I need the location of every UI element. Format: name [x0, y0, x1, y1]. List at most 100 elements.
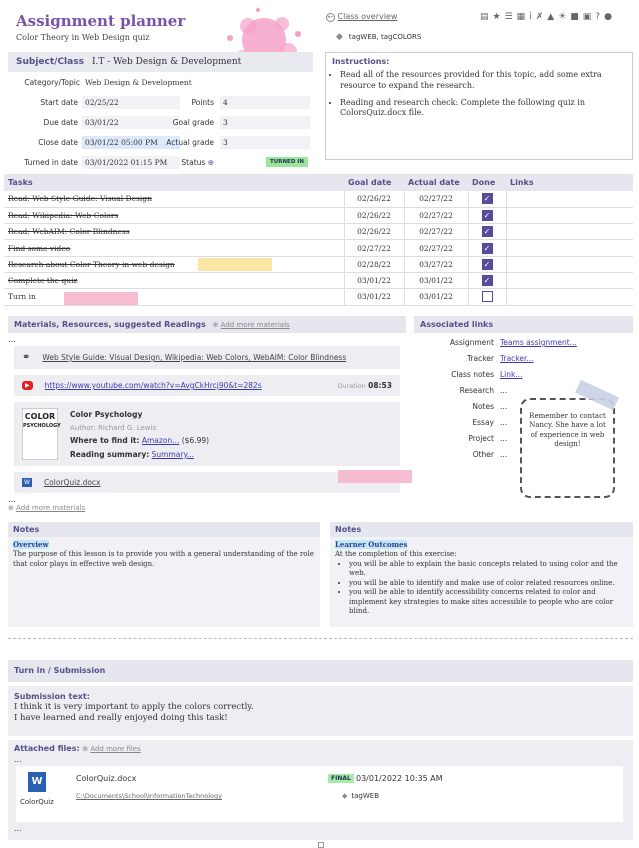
- task-links-cell[interactable]: [505, 191, 633, 208]
- outcome-item: you will be able to identify accessibili…: [349, 588, 628, 616]
- done-checkbox[interactable]: ✓: [481, 209, 493, 221]
- notes-overview-body[interactable]: Overview The purpose of this lesson is t…: [8, 537, 320, 627]
- task-done-cell: ✓: [467, 223, 506, 241]
- book-cover-image: COLOR PSYCHOLOGY: [22, 408, 61, 460]
- task-actual-date[interactable]: 02/27/22: [403, 223, 468, 241]
- star-icon[interactable]: ★: [493, 12, 501, 22]
- material-links[interactable]: Web Style Guide: Visual Design, Wikipedi…: [42, 353, 346, 362]
- done-checkbox[interactable]: ✓: [481, 275, 493, 287]
- notes-outcomes-body[interactable]: Learner Outcomes At the completion of th…: [330, 537, 633, 627]
- materials-ellipsis-bottom: ...: [8, 495, 16, 504]
- book-where: Where to find it: Amazon... ($6.99): [70, 436, 210, 446]
- task-links-cell[interactable]: [505, 272, 633, 290]
- goal-grade-value[interactable]: 3: [220, 116, 310, 129]
- tags-text: tagWEB, tagCOLORS: [348, 33, 422, 41]
- done-checkbox[interactable]: ✓: [481, 242, 493, 254]
- table-icon[interactable]: ▤: [480, 12, 489, 22]
- assignment-details: Subject/Class I.T - Web Design & Develop…: [8, 52, 313, 170]
- class-notes-link[interactable]: Link...: [500, 370, 523, 379]
- done-checkbox[interactable]: ✓: [481, 226, 493, 238]
- task-goal-date[interactable]: 02/28/22: [343, 256, 404, 273]
- task-name[interactable]: Research about Color Theory in web desig…: [4, 256, 344, 273]
- task-goal-date[interactable]: 03/01/22: [343, 272, 404, 290]
- done-checkbox[interactable]: ✓: [481, 258, 493, 270]
- status-badge[interactable]: TURNED IN: [266, 157, 308, 167]
- task-goal-date[interactable]: 02/26/22: [343, 223, 404, 241]
- status-add-icon[interactable]: ⊕: [208, 158, 214, 167]
- task-links-cell[interactable]: [505, 256, 633, 273]
- task-actual-date[interactable]: 02/27/22: [403, 239, 468, 257]
- table-row[interactable]: Read: Web Style Guide: Visual Design 02/2…: [4, 191, 633, 208]
- task-goal-date[interactable]: 03/01/22: [343, 288, 404, 306]
- table-row[interactable]: Read: Wikipedia: Web Colors 02/26/22 02/27…: [4, 207, 633, 225]
- task-links-cell[interactable]: [505, 207, 633, 225]
- chart-icon[interactable]: ▲: [547, 12, 554, 22]
- submission-line: I have learned and really enjoyed doing …: [14, 713, 228, 724]
- submission-panel[interactable]: Submission text: I think it is very impo…: [8, 686, 633, 736]
- class-notes-label: Class notes: [451, 370, 494, 379]
- attached-file-card[interactable]: W ColorQuiz ColorQuiz.docx C:\Documents\…: [16, 766, 623, 822]
- task-done-cell: [467, 288, 506, 306]
- research-label: Research: [459, 386, 494, 395]
- task-links-cell[interactable]: [505, 288, 633, 306]
- tip-icon[interactable]: ●: [604, 12, 612, 22]
- task-actual-date[interactable]: 02/27/22: [403, 207, 468, 225]
- task-name[interactable]: Read: Web Style Guide: Visual Design: [4, 191, 344, 208]
- amazon-link[interactable]: Amazon...: [142, 436, 179, 445]
- subject-row: Subject/Class I.T - Web Design & Develop…: [8, 52, 313, 72]
- task-name[interactable]: Read: Wikipedia: Web Colors: [4, 207, 344, 225]
- calendar-icon[interactable]: ▦: [517, 12, 526, 22]
- category-value[interactable]: Web Design & Development: [82, 76, 195, 89]
- points-value[interactable]: 4: [220, 96, 310, 109]
- table-row[interactable]: Find some video 02/27/22 02/27/22 ✓: [4, 239, 633, 257]
- due-date-label: Due date: [43, 118, 78, 127]
- table-row[interactable]: Complete the quiz 03/01/22 03/01/22 ✓: [4, 272, 633, 290]
- notes-value[interactable]: ...: [500, 402, 507, 411]
- resize-handle-icon[interactable]: [318, 842, 324, 848]
- close-date-label: Close date: [38, 138, 78, 147]
- attached-file-name[interactable]: ColorQuiz.docx: [76, 774, 136, 783]
- material-video-row: ▶ https://www.youtube.com/watch?v=AvgCkH…: [14, 375, 400, 396]
- actual-grade-value[interactable]: 3: [220, 136, 310, 149]
- task-links-cell[interactable]: [505, 223, 633, 241]
- help-icon[interactable]: ?: [595, 12, 600, 22]
- document-icon[interactable]: ▣: [583, 12, 592, 22]
- material-file-link[interactable]: ColorQuiz.docx: [44, 478, 101, 487]
- list-icon[interactable]: ☰: [505, 12, 513, 22]
- add-materials-button[interactable]: ⊕ Add more materials: [213, 321, 290, 329]
- folder-icon[interactable]: ■: [570, 12, 579, 22]
- tracker-link[interactable]: Tracker...: [500, 354, 534, 363]
- summary-link[interactable]: Summary...: [152, 450, 194, 459]
- task-goal-date[interactable]: 02/26/22: [343, 207, 404, 225]
- task-name[interactable]: Find some video: [4, 239, 344, 257]
- done-checkbox[interactable]: [481, 291, 493, 303]
- subject-value[interactable]: I.T - Web Design & Development: [92, 57, 241, 67]
- task-name[interactable]: Complete the quiz: [4, 272, 344, 290]
- task-actual-date[interactable]: 02/27/22: [403, 191, 468, 208]
- table-row[interactable]: Research about Color Theory in web desig…: [4, 256, 633, 273]
- youtube-link[interactable]: https://www.youtube.com/watch?v=AvgCkHrc…: [45, 381, 262, 390]
- add-more-materials-button[interactable]: ⊕ Add more materials: [8, 504, 406, 512]
- essay-value[interactable]: ...: [500, 418, 507, 427]
- task-goal-date[interactable]: 02/27/22: [343, 239, 404, 257]
- other-value[interactable]: ...: [500, 450, 507, 459]
- project-value[interactable]: ...: [500, 434, 507, 443]
- word-file-icon: W: [28, 772, 46, 792]
- task-name[interactable]: Turn in: [4, 288, 344, 306]
- task-goal-date[interactable]: 02/26/22: [343, 191, 404, 208]
- add-files-button[interactable]: ⊕ Add more files: [82, 745, 141, 753]
- sun-icon[interactable]: ☀: [558, 12, 566, 22]
- task-actual-date[interactable]: 03/27/22: [403, 256, 468, 273]
- task-name[interactable]: Read: WebAIM: Color Blindness: [4, 223, 344, 241]
- teams-assignment-link[interactable]: Teams assignment...: [500, 338, 577, 347]
- research-value[interactable]: ...: [500, 386, 507, 395]
- info-icon[interactable]: i: [529, 12, 532, 22]
- attached-file-path[interactable]: C:\Documents\School\InformationTechnolog…: [76, 792, 222, 800]
- task-actual-date[interactable]: 03/01/22: [403, 272, 468, 290]
- wrench-icon[interactable]: ✗: [536, 12, 544, 22]
- task-links-cell[interactable]: [505, 239, 633, 257]
- task-actual-date[interactable]: 03/01/22: [403, 288, 468, 306]
- class-overview-link[interactable]: ← Class overview: [326, 12, 397, 22]
- table-row[interactable]: Read: WebAIM: Color Blindness 02/26/22 02/…: [4, 223, 633, 241]
- done-checkbox[interactable]: ✓: [481, 193, 493, 205]
